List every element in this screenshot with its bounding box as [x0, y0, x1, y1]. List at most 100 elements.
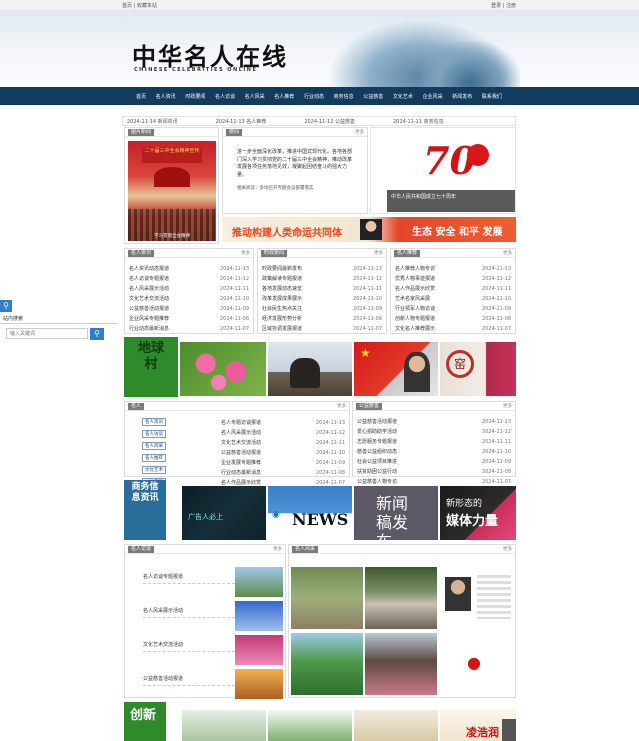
- list-item[interactable]: 名人作品展示欣赏 2024-11-11: [391, 284, 515, 294]
- list-item[interactable]: 社会民生热点关注 2024-11-09: [258, 304, 386, 314]
- nav-item[interactable]: 联系我们: [482, 93, 502, 100]
- interview-item[interactable]: 名人风采展示活动: [129, 601, 283, 633]
- style-photo-4[interactable]: [291, 633, 363, 695]
- flag-portrait-photo[interactable]: ★: [354, 342, 438, 396]
- headline-related[interactable]: 相关阅读：多地召开专题会议部署落实: [223, 179, 367, 191]
- list-item[interactable]: 文化艺术交流活动 2024-11-11: [217, 438, 349, 448]
- category-button[interactable]: 名人访谈: [142, 430, 166, 438]
- login-links[interactable]: 登录 | 注册: [491, 2, 516, 9]
- plant-photo[interactable]: [268, 710, 352, 741]
- calligraphy-photo[interactable]: 窑: [440, 342, 516, 396]
- nav-item[interactable]: 公益慈善: [363, 93, 383, 100]
- media-power-photo[interactable]: 新形态的 媒体力量: [440, 486, 516, 540]
- list-item[interactable]: 名人访谈专题报道 2024-11-12: [125, 274, 253, 284]
- column-3-more[interactable]: 更多: [503, 250, 512, 256]
- news-photo[interactable]: ◉ NEWS: [268, 486, 352, 540]
- ticker-item[interactable]: 2024-11-11 商务信息: [393, 118, 444, 125]
- category-button[interactable]: 文化艺术: [142, 466, 166, 474]
- ticker-item[interactable]: 2024-11-13 名人推荐: [216, 118, 267, 125]
- sidebar-search-input[interactable]: [6, 328, 88, 339]
- list-item[interactable]: 行业动态最新消息 2024-11-08: [217, 468, 349, 478]
- category-button[interactable]: 名人风采: [142, 442, 166, 450]
- horse-rider-photo[interactable]: [268, 342, 352, 396]
- headline-more[interactable]: 更多: [355, 129, 364, 135]
- list-item[interactable]: 志愿服务专题报道 2024-11-11: [353, 437, 515, 447]
- list-item[interactable]: 文化艺术交流活动 2024-11-10: [125, 294, 253, 304]
- promo-strip[interactable]: 推动构建人类命运共同体 生态 安全 和平 发展: [222, 217, 516, 242]
- press-release-photo[interactable]: 新闻稿发布: [354, 486, 438, 540]
- list-item[interactable]: 企业发展专题推荐 2024-11-09: [217, 458, 349, 468]
- innovation-banner[interactable]: 创新: [124, 702, 166, 741]
- category-button[interactable]: 名人资讯: [142, 418, 166, 426]
- list-item[interactable]: 公益慈善活动报道 2024-11-09: [125, 304, 253, 314]
- search-icon[interactable]: ⚲: [0, 300, 12, 312]
- list-item[interactable]: 改革发展成果展示 2024-11-10: [258, 294, 386, 304]
- nav-item[interactable]: 名人访谈: [215, 93, 235, 100]
- anniversary-box[interactable]: 70 中华人民共和国成立七十周年: [370, 127, 516, 214]
- nav-item[interactable]: 首页: [136, 93, 146, 100]
- interview-item[interactable]: 文化艺术交流活动: [129, 635, 283, 667]
- list-item[interactable]: 政策解读专题报道 2024-11-12: [258, 274, 386, 284]
- nav-item[interactable]: 行业动态: [304, 93, 324, 100]
- nav-item[interactable]: 时政要闻: [185, 93, 205, 100]
- list-item[interactable]: 创新人物专题报道 2024-11-08: [391, 314, 515, 324]
- list-item[interactable]: 行业领军人物访谈 2024-11-09: [391, 304, 515, 314]
- style-photo-1[interactable]: [291, 567, 363, 629]
- column-1-more[interactable]: 更多: [241, 250, 250, 256]
- style-photo-3[interactable]: [441, 567, 515, 629]
- nav-item[interactable]: 名人风采: [245, 93, 265, 100]
- style-more[interactable]: 更多: [503, 546, 512, 552]
- charity-more[interactable]: 更多: [503, 403, 512, 409]
- portrait-photo: [360, 219, 382, 240]
- list-item[interactable]: 文化名人推荐展示 2024-11-07: [391, 324, 515, 334]
- category-button[interactable]: 名人推荐: [142, 454, 166, 462]
- column-2-more[interactable]: 更多: [374, 250, 383, 256]
- list-item[interactable]: 名人专题访谈报道 2024-11-13: [217, 418, 349, 428]
- list-item[interactable]: 艺术名家风采展 2024-11-10: [391, 294, 515, 304]
- interview-item[interactable]: 公益慈善活动报道: [129, 669, 283, 701]
- celebrity-more[interactable]: 更多: [337, 403, 346, 409]
- style-photo-2[interactable]: [365, 567, 437, 629]
- list-item[interactable]: 名人资讯动态报道 2024-11-13: [125, 264, 253, 274]
- product-photo[interactable]: [354, 710, 438, 741]
- style-photo-6[interactable]: ●: [441, 633, 515, 695]
- list-item[interactable]: 社会公益项目推进 2024-11-09: [353, 457, 515, 467]
- flower-photo[interactable]: [180, 342, 266, 396]
- list-item[interactable]: 优秀人物事迹报道 2024-11-12: [391, 274, 515, 284]
- building-photo[interactable]: [182, 710, 266, 741]
- focus-photo[interactable]: 二十届三中全会精神宣传 学习贯彻全会精神: [128, 141, 216, 241]
- list-item[interactable]: 慈善公益组织动态 2024-11-10: [353, 447, 515, 457]
- list-item[interactable]: 公益慈善活动报道 2024-11-10: [217, 448, 349, 458]
- list-item[interactable]: 名人风采展示活动 2024-11-12: [217, 428, 349, 438]
- charity-section: 公益慈善 更多 公益慈善活动报道 2024-11-13 爱心捐助助学活动 2024-11…: [352, 401, 516, 485]
- style-photo-5[interactable]: [365, 633, 437, 695]
- advertising-photo[interactable]: 广告人必上: [182, 486, 266, 540]
- nav-item[interactable]: 商务信息: [334, 93, 354, 100]
- list-item[interactable]: 行业动态最新消息 2024-11-07: [125, 324, 253, 334]
- list-item[interactable]: 爱心捐助助学活动 2024-11-12: [353, 427, 515, 437]
- nav-item[interactable]: 企业风采: [423, 93, 443, 100]
- list-item[interactable]: 企业风采专题推荐 2024-11-08: [125, 314, 253, 324]
- ticker-item[interactable]: 2024-11-14 新闻资讯: [127, 118, 178, 125]
- list-item[interactable]: 区域协调发展报道 2024-11-07: [258, 324, 386, 334]
- headline-text[interactable]: 进一步全面深化改革，推进中国式现代化。各地各部门深入学习贯彻党的二十届三中全会精…: [223, 137, 367, 179]
- nav-item[interactable]: 名人资讯: [156, 93, 176, 100]
- scroll-top-button[interactable]: [502, 719, 516, 741]
- nav-item[interactable]: 文化艺术: [393, 93, 413, 100]
- list-item[interactable]: 公益慈善活动报道 2024-11-13: [353, 417, 515, 427]
- nav-item[interactable]: 新闻发布: [452, 93, 472, 100]
- list-item[interactable]: 名人推荐人物专访 2024-11-13: [391, 264, 515, 274]
- earth-village-photo[interactable]: 地球村: [124, 337, 178, 397]
- top-links[interactable]: 首页 | 收藏本站: [122, 2, 157, 9]
- list-item[interactable]: 经济发展形势分析 2024-11-08: [258, 314, 386, 324]
- business-info-banner[interactable]: 商务信息资讯: [124, 480, 166, 540]
- search-button[interactable]: ⚲: [90, 328, 104, 340]
- nav-item[interactable]: 名人推荐: [274, 93, 294, 100]
- list-item[interactable]: 时政要闻最新发布 2024-11-13: [258, 264, 386, 274]
- interview-more[interactable]: 更多: [273, 546, 282, 552]
- list-item[interactable]: 名人风采展示活动 2024-11-11: [125, 284, 253, 294]
- interview-item[interactable]: 名人访谈专题报道: [129, 567, 283, 599]
- ticker-item[interactable]: 2024-11-12 公益慈善: [304, 118, 355, 125]
- list-item[interactable]: 各地发展动态速览 2024-11-11: [258, 284, 386, 294]
- list-item[interactable]: 扶贫助困公益行动 2024-11-08: [353, 467, 515, 477]
